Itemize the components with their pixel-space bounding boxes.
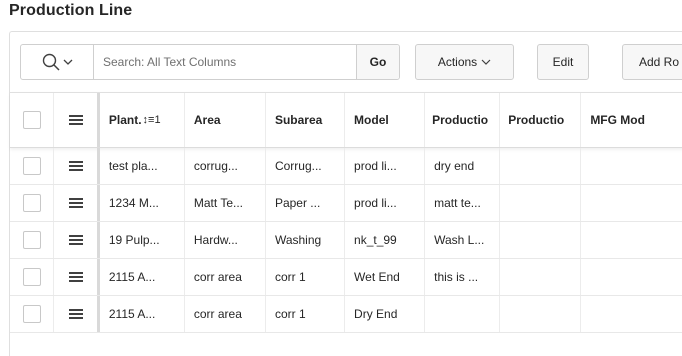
hamburger-icon[interactable]: [68, 271, 83, 283]
search-icon: [42, 53, 60, 71]
column-header-mfg-model[interactable]: MFG Mod: [581, 93, 682, 147]
grid-table: Plant. ↕≡1 Area Subarea Model Productio P…: [10, 92, 682, 333]
region-title: Production Line: [9, 2, 133, 19]
cell-subarea[interactable]: corr 1: [266, 259, 346, 295]
row-select-cell: [10, 222, 55, 258]
cell-production-2[interactable]: [500, 148, 582, 184]
hamburger-icon[interactable]: [68, 160, 83, 172]
edit-button[interactable]: Edit: [537, 44, 589, 80]
table-row[interactable]: test pla... corrug... Corrug... prod li.…: [10, 148, 682, 185]
hamburger-icon[interactable]: [68, 234, 83, 246]
cell-production-1[interactable]: this is ...: [425, 259, 501, 295]
sort-ascending-icon: ↕≡1: [142, 114, 161, 126]
cell-plant[interactable]: 2115 A...: [100, 259, 185, 295]
column-header-plant[interactable]: Plant. ↕≡1: [100, 93, 185, 147]
row-actions-cell: [54, 185, 100, 221]
table-row[interactable]: 2115 A... corr area corr 1 Dry End: [10, 296, 682, 333]
cell-production-1[interactable]: Wash L...: [425, 222, 501, 258]
table-row[interactable]: 19 Pulp... Hardw... Washing nk_t_99 Wash…: [10, 222, 682, 259]
row-checkbox[interactable]: [22, 268, 41, 286]
cell-area[interactable]: corr area: [185, 296, 266, 332]
column-header-model[interactable]: Model: [345, 93, 426, 147]
table-row[interactable]: 1234 M... Matt Te... Paper ... prod li..…: [10, 185, 682, 222]
row-checkbox[interactable]: [22, 231, 41, 249]
actions-label: Actions: [437, 55, 478, 69]
row-actions-cell: [54, 259, 100, 295]
chevron-down-icon: [481, 59, 491, 65]
cell-subarea[interactable]: corr 1: [266, 296, 346, 332]
row-select-cell: [10, 259, 55, 295]
column-header-area[interactable]: Area: [185, 93, 266, 147]
cell-model[interactable]: prod li...: [345, 185, 426, 221]
row-actions-cell: [54, 222, 100, 258]
cell-production-2[interactable]: [500, 259, 582, 295]
column-header-subarea[interactable]: Subarea: [266, 93, 346, 147]
chevron-down-icon: [63, 59, 72, 65]
cell-mfg-model[interactable]: [581, 222, 682, 258]
select-all-checkbox[interactable]: [22, 111, 41, 129]
cell-production-2[interactable]: [500, 222, 582, 258]
cell-plant[interactable]: 19 Pulp...: [100, 222, 185, 258]
cell-production-2[interactable]: [500, 296, 582, 332]
row-actions-header: [54, 93, 100, 147]
column-header-label: Plant.: [108, 113, 142, 127]
select-all-cell: [10, 93, 55, 147]
column-header-production-2[interactable]: Productio: [500, 93, 582, 147]
cell-plant[interactable]: 1234 M...: [100, 185, 185, 221]
interactive-grid: Go Actions Edit Add Ro Plant.↕≡1 Area Su…: [9, 31, 682, 356]
cell-mfg-model[interactable]: [581, 185, 682, 221]
row-checkbox[interactable]: [22, 157, 41, 175]
hamburger-icon[interactable]: [68, 308, 83, 320]
cell-production-1[interactable]: [425, 296, 501, 332]
table-row[interactable]: 2115 A... corr area corr 1 Wet End this …: [10, 259, 682, 296]
row-actions-cell: [54, 296, 100, 332]
cell-model[interactable]: Wet End: [345, 259, 426, 295]
add-row-button[interactable]: Add Ro: [622, 44, 682, 80]
cell-subarea[interactable]: Washing: [266, 222, 346, 258]
row-checkbox[interactable]: [22, 194, 41, 212]
column-header-production-1[interactable]: Productio: [425, 93, 501, 147]
cell-plant[interactable]: 2115 A...: [100, 296, 185, 332]
hamburger-icon[interactable]: [68, 197, 83, 209]
row-select-cell: [10, 148, 55, 184]
cell-area[interactable]: corr area: [185, 259, 266, 295]
cell-production-2[interactable]: [500, 185, 582, 221]
cell-mfg-model[interactable]: [581, 259, 682, 295]
cell-subarea[interactable]: Corrug...: [266, 148, 346, 184]
hamburger-icon[interactable]: [68, 114, 83, 126]
cell-production-1[interactable]: dry end: [425, 148, 501, 184]
cell-production-1[interactable]: matt te...: [425, 185, 501, 221]
cell-model[interactable]: Dry End: [345, 296, 426, 332]
go-button[interactable]: Go: [356, 45, 399, 79]
cell-plant[interactable]: test pla...: [100, 148, 185, 184]
search-group: Go: [20, 44, 400, 80]
cell-model[interactable]: nk_t_99: [345, 222, 426, 258]
grid-header-row: Plant. ↕≡1 Area Subarea Model Productio P…: [10, 92, 682, 148]
row-actions-cell: [54, 148, 100, 184]
cell-area[interactable]: corrug...: [185, 148, 266, 184]
cell-subarea[interactable]: Paper ...: [266, 185, 346, 221]
search-input[interactable]: [94, 45, 356, 79]
row-select-cell: [10, 296, 55, 332]
cell-area[interactable]: Hardw...: [185, 222, 266, 258]
search-column-menu[interactable]: [21, 45, 94, 79]
grid-toolbar: Go Actions Edit Add Ro: [10, 32, 682, 92]
cell-model[interactable]: prod li...: [345, 148, 426, 184]
row-select-cell: [10, 185, 55, 221]
cell-mfg-model[interactable]: [581, 148, 682, 184]
cell-area[interactable]: Matt Te...: [185, 185, 266, 221]
cell-mfg-model[interactable]: [581, 296, 682, 332]
row-checkbox[interactable]: [22, 305, 41, 323]
actions-button[interactable]: Actions: [415, 44, 514, 80]
